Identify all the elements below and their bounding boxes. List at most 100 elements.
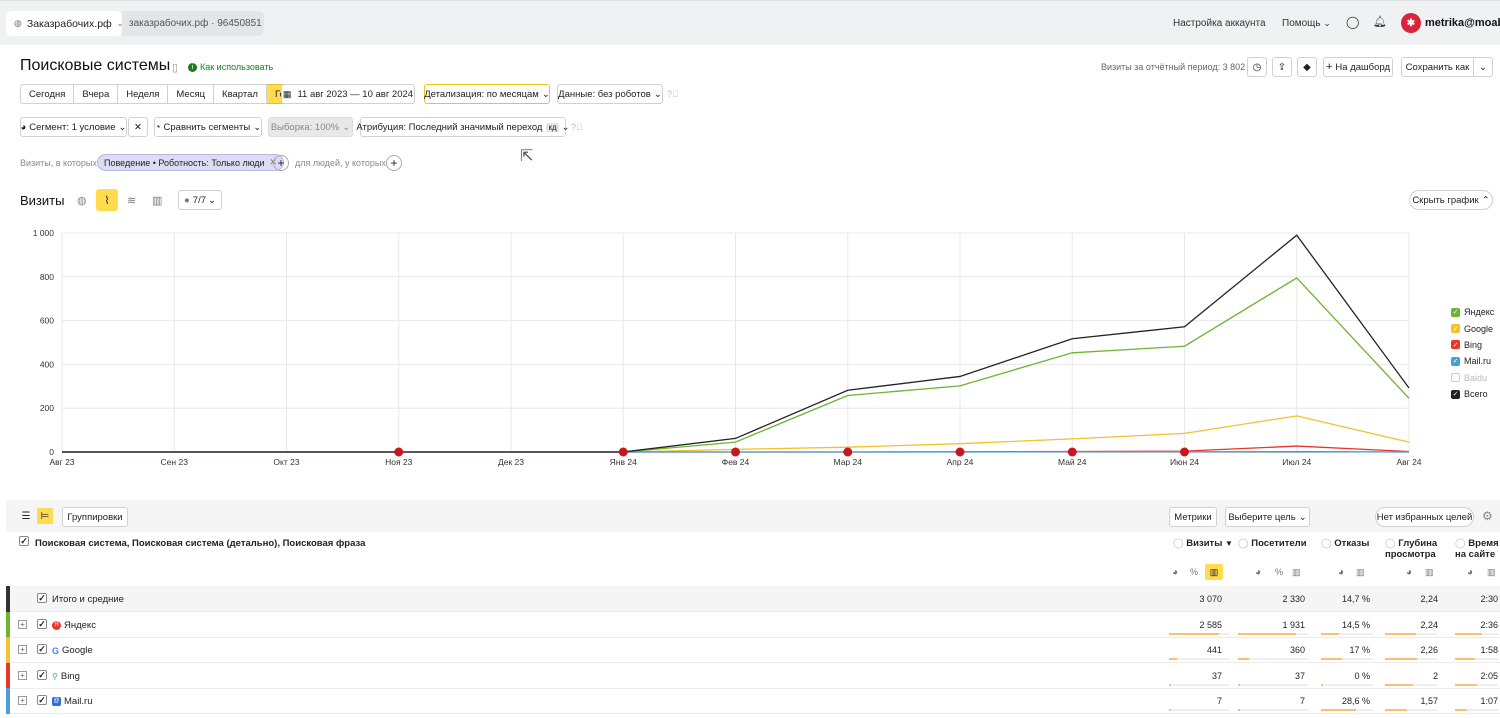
- avatar[interactable]: ✱: [1401, 13, 1421, 33]
- row-checkbox[interactable]: ✓: [37, 695, 47, 706]
- choose-goal-dropdown[interactable]: Выберите цель ⌄: [1225, 507, 1310, 527]
- favorite-goals-button[interactable]: Нет избранных целей: [1375, 507, 1474, 527]
- pie-icon[interactable]: ◕: [1338, 567, 1344, 578]
- legend-item[interactable]: ✓ Всего: [1451, 386, 1494, 402]
- legend-checkbox[interactable]: ✓: [1451, 389, 1460, 399]
- legend-checkbox[interactable]: ✓: [1451, 356, 1460, 366]
- line-chart-toggle-icon[interactable]: ⌇: [96, 189, 118, 211]
- date-range-picker[interactable]: ▦ 11 авг 2023 — 10 авг 2024: [281, 84, 415, 104]
- save-as-dropdown[interactable]: ⌄: [1473, 57, 1493, 77]
- y-tick-label: 1 000: [33, 228, 55, 238]
- pie-icon[interactable]: ◕: [1172, 567, 1178, 578]
- legend-checkbox[interactable]: ✓: [1451, 340, 1460, 350]
- column-header-visits[interactable]: ◯ Визиты ▼: [1173, 538, 1233, 549]
- expand-icon[interactable]: +: [18, 619, 27, 629]
- help-icon[interactable]: ?⃝: [571, 122, 583, 132]
- expand-icon[interactable]: +: [18, 670, 27, 680]
- row-checkbox[interactable]: ✓: [37, 644, 47, 655]
- gear-icon[interactable]: ⚙: [1482, 509, 1493, 523]
- row-checkbox[interactable]: ✓: [37, 618, 47, 629]
- site-selector-tab[interactable]: ◍ Заказрабочих.рф ⌄: [6, 11, 123, 36]
- pie-icon[interactable]: ◕: [1255, 567, 1261, 578]
- percent-icon[interactable]: %: [1275, 567, 1283, 577]
- pie-icon[interactable]: ◕: [1467, 567, 1473, 578]
- legend-item[interactable]: ✓ Яндекс: [1451, 304, 1494, 320]
- period-yesterday[interactable]: Вчера: [74, 84, 119, 104]
- tree-view-icon[interactable]: ⊨: [37, 508, 53, 524]
- bar-icon[interactable]: ▥: [1292, 567, 1301, 578]
- user-email[interactable]: metrika@moab.pro: [1425, 17, 1500, 29]
- period-quarter[interactable]: Квартал: [214, 84, 267, 104]
- groupings-button[interactable]: Группировки: [62, 507, 128, 527]
- save-as-button[interactable]: Сохранить как: [1401, 57, 1474, 77]
- detail-dropdown[interactable]: Детализация: по месяцам ⌄: [424, 84, 550, 104]
- period-month[interactable]: Месяц: [168, 84, 215, 104]
- bar-icon[interactable]: ▥: [1356, 567, 1365, 578]
- metrics-button[interactable]: Метрики: [1169, 507, 1217, 527]
- expand-icon[interactable]: +: [18, 696, 27, 706]
- legend-checkbox[interactable]: [1451, 373, 1460, 383]
- bar-icon[interactable]: ▥: [1425, 567, 1434, 578]
- legend-item[interactable]: Baidu: [1451, 370, 1494, 386]
- hide-chart-button[interactable]: Скрыть график ⌃: [1409, 190, 1493, 210]
- legend-checkbox[interactable]: ✓: [1451, 324, 1460, 334]
- metric-bar: [1321, 709, 1356, 712]
- bell-icon[interactable]: 🔔︎: [1373, 15, 1387, 28]
- help-icon[interactable]: ?⃝: [667, 89, 679, 99]
- column-header-visitors[interactable]: ◯ Посетители: [1238, 538, 1307, 549]
- attribution-dropdown[interactable]: Атрибуция: Последний значимый переход кд…: [356, 117, 570, 137]
- add-to-dashboard-button[interactable]: + На дашборд: [1323, 57, 1393, 77]
- table-row[interactable]: + ✓ @ Mail.ru 7 7 28,6 % 1,57 1:07: [6, 688, 1500, 715]
- table-row[interactable]: + ✓ G Google 441 360 17 % 2,26 1:58: [6, 637, 1500, 664]
- help-label: Помощь: [1282, 18, 1321, 29]
- percent-icon[interactable]: %: [1190, 567, 1198, 577]
- table-row[interactable]: ✓ Итого и средние 3 070 2 330 14,7 % 2,24 2:30: [6, 586, 1500, 612]
- table-row[interactable]: + ✓ Я Яндекс 2 585 1 931 14,5 % 2,24 2:36: [6, 611, 1500, 638]
- legend-item[interactable]: ✓ Mail.ru: [1451, 353, 1494, 369]
- select-all-checkbox[interactable]: ✓: [19, 536, 29, 546]
- bar-icon[interactable]: ▥: [1205, 564, 1223, 580]
- column-header-time[interactable]: ◯ Время на сайте: [1455, 538, 1500, 560]
- metric-bar: [1385, 632, 1416, 635]
- column-header-depth[interactable]: ◯ Глубина просмотра: [1385, 538, 1440, 560]
- date-range-label: 11 авг 2023 — 10 авг 2024: [297, 88, 414, 100]
- counter-tab[interactable]: заказрабочих.рф · 96450851: [122, 11, 264, 36]
- legend-checkbox[interactable]: ✓: [1451, 307, 1460, 317]
- metric-bar: [1455, 683, 1477, 686]
- clock-icon[interactable]: ◷: [1247, 57, 1267, 77]
- period-today[interactable]: Сегодня: [20, 84, 75, 104]
- table-row[interactable]: + ✓ ⚲ Bing 37 37 0 % 2 2:05: [6, 662, 1500, 689]
- legend-item[interactable]: ✓ Google: [1451, 320, 1494, 336]
- clear-segment-button[interactable]: ✕: [128, 117, 148, 137]
- chat-icon[interactable]: ◯: [1346, 15, 1359, 29]
- bar-chart-toggle-icon[interactable]: ▥: [152, 194, 162, 207]
- pie-chart-toggle-icon[interactable]: ◍: [77, 194, 87, 207]
- filter-chip[interactable]: Поведение • Роботность: Только люди ✕: [97, 154, 285, 171]
- bar-icon[interactable]: ▥: [1487, 567, 1496, 578]
- annotations-dropdown[interactable]: ● 7/7 ⌄: [178, 190, 222, 210]
- help-menu[interactable]: Помощь ⌄: [1282, 18, 1331, 29]
- compare-segments-dropdown[interactable]: ◔ Сравнить сегменты ⌄: [154, 117, 262, 137]
- list-view-icon[interactable]: ☰: [18, 508, 34, 524]
- mailru-icon: @: [52, 697, 61, 707]
- bookmark-icon[interactable]: ▯: [172, 61, 178, 74]
- area-chart-toggle-icon[interactable]: ≋: [127, 194, 136, 207]
- attribution-label: Атрибуция: Последний значимый переход: [356, 121, 543, 133]
- row-checkbox[interactable]: ✓: [37, 593, 47, 603]
- y-tick-label: 0: [49, 447, 54, 457]
- row-color-bar: [6, 637, 10, 664]
- export-icon[interactable]: ⇪: [1272, 57, 1292, 77]
- add-people-condition-button[interactable]: +: [386, 155, 402, 171]
- legend-item[interactable]: ✓ Bing: [1451, 337, 1494, 353]
- account-settings-link[interactable]: Настройка аккаунта: [1173, 18, 1266, 29]
- segment-dropdown[interactable]: ◕ Сегмент: 1 условие ⌄: [20, 117, 127, 137]
- column-header-bounces[interactable]: ◯ Отказы: [1321, 538, 1369, 549]
- add-condition-button[interactable]: +: [273, 155, 289, 171]
- expand-icon[interactable]: +: [18, 645, 27, 655]
- pie-icon[interactable]: ◕: [1406, 567, 1412, 578]
- how-to-use-link[interactable]: i Как использовать: [188, 62, 273, 72]
- data-filter-dropdown[interactable]: Данные: без роботов ⌄: [557, 84, 663, 104]
- settings-shapes-icon[interactable]: ◆: [1297, 57, 1317, 77]
- period-week[interactable]: Неделя: [118, 84, 169, 104]
- row-checkbox[interactable]: ✓: [37, 669, 47, 680]
